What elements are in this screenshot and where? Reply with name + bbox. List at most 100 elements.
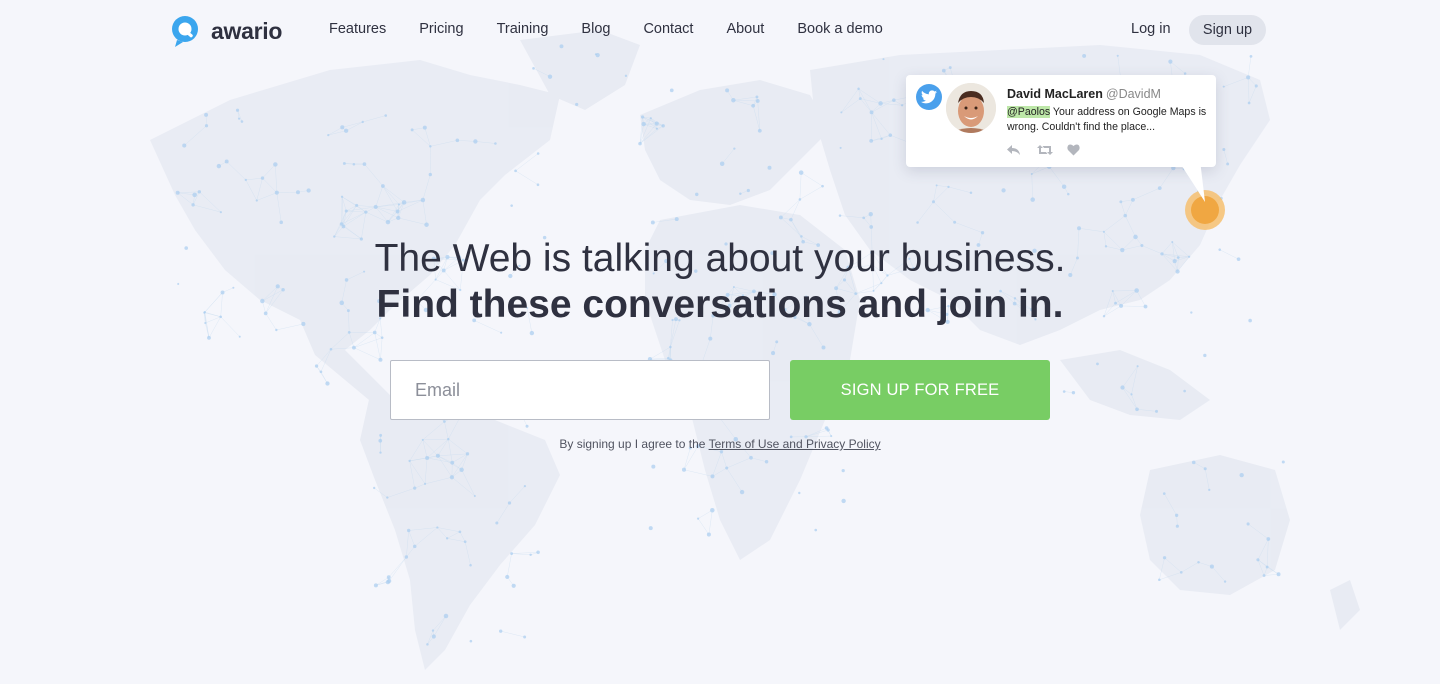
map-dot [340, 125, 345, 130]
map-dot [431, 634, 436, 639]
map-dot [947, 185, 950, 189]
map-dot [719, 161, 725, 167]
map-dot [888, 133, 893, 137]
map-link [506, 553, 512, 577]
map-dot [536, 152, 540, 155]
map-dot [710, 507, 715, 513]
map-dot [429, 145, 432, 148]
map-dot [361, 120, 364, 124]
map-dot [953, 220, 957, 224]
nav-item-about[interactable]: About [726, 21, 764, 37]
map-dot [422, 125, 427, 130]
map-dot [980, 231, 985, 235]
map-dot [197, 190, 202, 194]
map-dot [725, 88, 730, 93]
hero-subheadline: Find these conversations and join in. [376, 283, 1064, 326]
map-dot [450, 460, 455, 465]
map-dot [426, 643, 429, 646]
map-dot [423, 482, 427, 485]
map-dot [523, 635, 527, 639]
map-link [515, 170, 539, 185]
map-dot [1179, 571, 1183, 574]
nav-item-book-demo[interactable]: Book a demo [797, 21, 882, 37]
map-dot [510, 552, 514, 555]
map-dot [789, 217, 793, 222]
map-dot [1183, 389, 1186, 393]
map-dot [191, 203, 195, 207]
map-dot [858, 97, 862, 101]
map-dot [380, 336, 384, 340]
map-dot [406, 528, 411, 533]
map-dot [306, 188, 311, 193]
map-dot [641, 121, 646, 127]
email-field[interactable] [390, 360, 770, 420]
map-link [708, 510, 713, 535]
map-dot [204, 124, 209, 128]
map-dot [373, 204, 378, 210]
map-dot [473, 495, 476, 498]
avatar [946, 83, 996, 133]
terms-prefix: By signing up I agree to the [559, 437, 709, 451]
nav-item-training[interactable]: Training [497, 21, 549, 37]
terms-link[interactable]: Terms of Use and Privacy Policy [709, 437, 881, 451]
map-link [799, 172, 802, 200]
map-dot [725, 466, 729, 470]
map-dot [654, 121, 659, 126]
map-link [697, 518, 710, 535]
map-dot [841, 498, 846, 504]
map-dot [1175, 513, 1179, 517]
map-dot [1001, 188, 1006, 193]
map-link [388, 556, 407, 578]
map-dot [857, 87, 860, 90]
map-dot [443, 613, 449, 619]
map-dot [1071, 391, 1076, 395]
map-dot [1168, 59, 1173, 64]
signup-button[interactable]: Sign up [1189, 15, 1266, 45]
map-dot [343, 128, 349, 133]
reply-icon[interactable] [1007, 143, 1023, 157]
map-dot [648, 526, 653, 531]
map-dot [424, 222, 429, 227]
map-link [799, 185, 823, 200]
awario-logo-icon [169, 14, 203, 48]
map-dot [767, 165, 772, 170]
map-dot [397, 203, 400, 206]
map-dot [413, 486, 417, 490]
map-dot [237, 117, 241, 120]
map-dot [1246, 75, 1251, 80]
like-icon[interactable] [1067, 143, 1083, 157]
nav-item-blog[interactable]: Blog [581, 21, 610, 37]
logo-link[interactable]: awario [169, 14, 282, 48]
map-dot [1030, 172, 1033, 176]
nav-item-features[interactable]: Features [329, 21, 386, 37]
nav-item-contact[interactable]: Contact [643, 21, 693, 37]
map-dot [458, 530, 462, 534]
map-dot [841, 468, 845, 473]
map-dot [1062, 390, 1066, 393]
map-dot [395, 209, 400, 214]
map-dot [1130, 197, 1135, 202]
map-dot [319, 370, 323, 374]
retweet-icon[interactable] [1037, 143, 1053, 157]
map-dot [455, 138, 460, 143]
map-dot [1030, 197, 1035, 202]
nav-item-pricing[interactable]: Pricing [419, 21, 463, 37]
map-dot [473, 139, 478, 144]
map-dot [469, 563, 472, 567]
map-dot [739, 489, 745, 495]
map-dot [1276, 572, 1281, 577]
map-dot [329, 347, 333, 351]
map-dot [235, 108, 240, 112]
map-dot [814, 528, 818, 532]
map-dot [525, 424, 529, 428]
map-dot [443, 420, 446, 423]
map-dot [463, 540, 467, 544]
map-dot [710, 474, 715, 479]
map-dot [1120, 385, 1125, 390]
login-link[interactable]: Log in [1131, 21, 1171, 37]
map-dot [624, 74, 628, 78]
map-dot [1239, 472, 1244, 478]
site-header: awario Features Pricing Training Blog Co… [0, 0, 1440, 60]
map-dot [869, 110, 874, 115]
signup-free-button[interactable]: SIGN UP FOR FREE [790, 360, 1050, 420]
